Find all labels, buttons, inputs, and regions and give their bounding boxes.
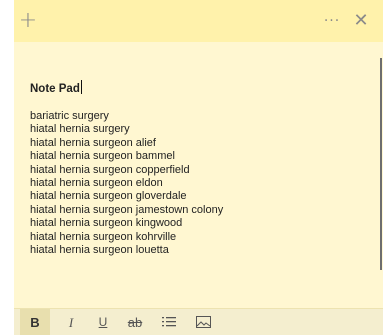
underline-button[interactable]: U [88, 309, 118, 335]
note-line: hiatal hernia surgeon jamestown colony [30, 203, 224, 216]
bullet-list-button[interactable] [154, 309, 184, 335]
italic-button[interactable]: I [56, 309, 86, 335]
more-options-button[interactable]: ··· [320, 10, 344, 32]
close-icon[interactable]: ✕ [350, 10, 372, 32]
note-line: hiatal hernia surgeon copperfield [30, 163, 190, 176]
note-line: hiatal hernia surgeon kohrville [30, 230, 177, 243]
image-icon [196, 316, 211, 328]
note-title-line[interactable]: Note Pad [30, 80, 370, 96]
note-line: hiatal hernia surgeon louetta [30, 243, 169, 256]
note-lines: bariatric surgery hiatal hernia surgery … [30, 110, 370, 257]
insert-image-button[interactable] [188, 309, 218, 335]
note-line: hiatal hernia surgeon gloverdale [30, 190, 187, 203]
note-editor[interactable]: Note Pad bariatric surgery hiatal hernia… [30, 80, 370, 257]
note-line: bariatric surgery [30, 110, 109, 122]
text-caret [80, 80, 82, 94]
note-line: hiatal hernia surgeon kingwood [30, 217, 183, 230]
note-titlebar: + ··· ✕ [14, 0, 383, 42]
strikethrough-button[interactable]: ab [120, 309, 150, 335]
vertical-scrollbar[interactable] [380, 58, 382, 270]
plus-icon[interactable]: + [18, 10, 38, 32]
bullet-list-icon [162, 317, 176, 327]
note-line: hiatal hernia surgery [30, 123, 130, 136]
sticky-note: + ··· ✕ Note Pad bariatric surgery hiata… [14, 0, 383, 335]
note-title: Note Pad [30, 83, 80, 95]
note-line: hiatal hernia surgeon eldon [30, 176, 163, 189]
note-line: hiatal hernia surgeon alief [30, 136, 156, 149]
bold-button[interactable]: B [20, 309, 50, 335]
format-toolbar: B I U ab [14, 308, 383, 335]
note-line: hiatal hernia surgeon bammel [30, 150, 175, 163]
